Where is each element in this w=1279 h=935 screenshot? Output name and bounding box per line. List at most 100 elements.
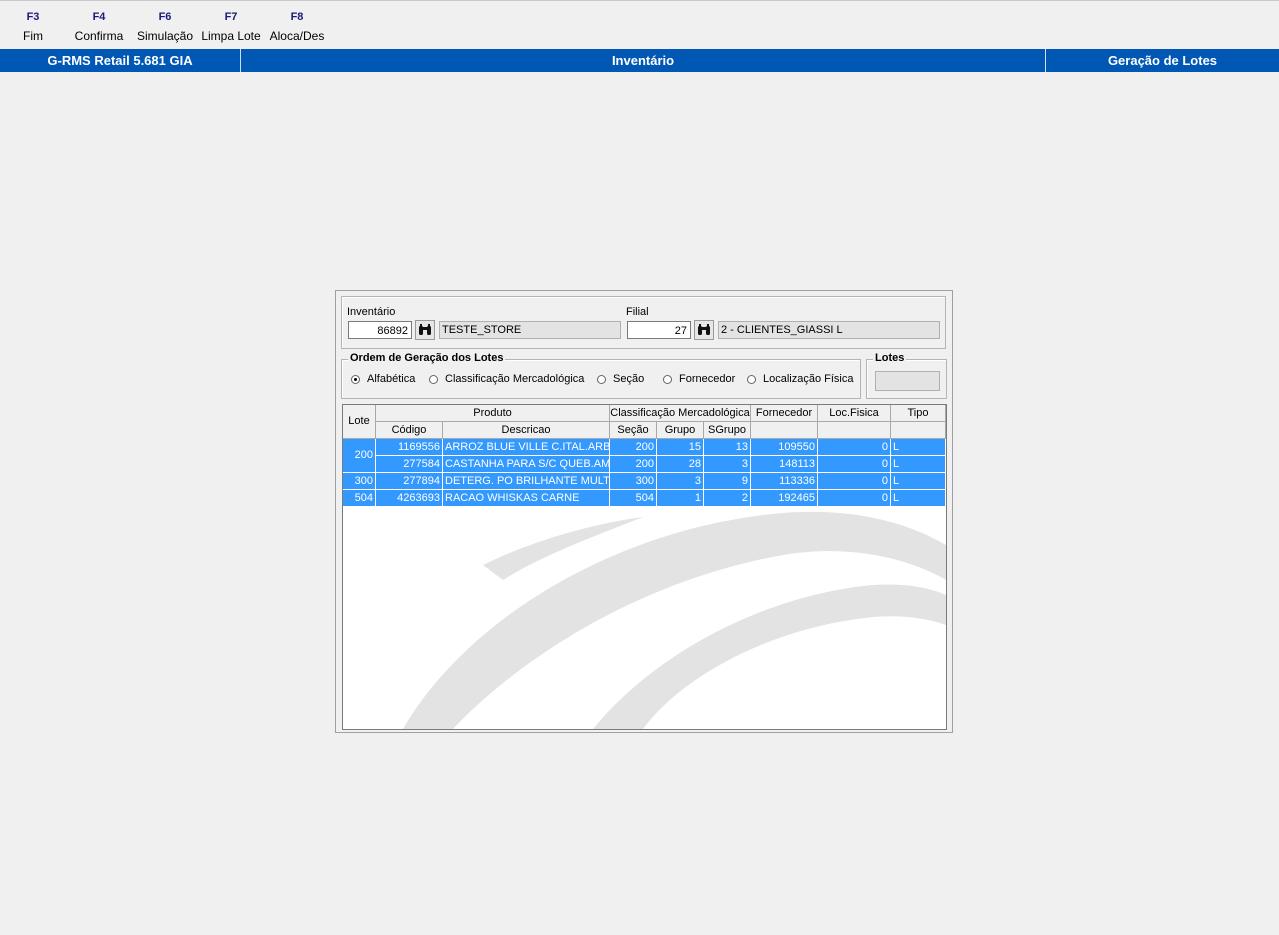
secao-cell[interactable]: 200 [610,439,657,456]
confirma-key: F4 [92,11,106,23]
inventario-label: Inventário [347,306,396,318]
tipo-cell[interactable]: L [891,456,946,473]
sgrupo-cell[interactable]: 9 [704,473,751,490]
radio-classificacao-label: Classificação Mercadológica [445,373,585,385]
limpa-lote-key: F7 [224,11,238,23]
aloca-des-button[interactable]: F8 Aloca/Des [267,10,327,44]
radio-unselected-icon [597,374,606,384]
codigo-cell[interactable]: 1169556 [376,439,443,456]
grupo-cell[interactable]: 3 [657,473,704,490]
radio-localizacao-label: Localização Física [763,373,854,385]
radio-alfabetica-label: Alfabética [367,373,416,385]
codigo-cell[interactable]: 277894 [376,473,443,490]
geracao-lotes-panel: Inventário 86892 TESTE_STORE Filial 27 2 [335,290,953,733]
header-locfisica-sub [818,422,891,439]
radio-localizacao[interactable]: Localização Física [747,373,854,385]
simulacao-key: F6 [158,11,172,23]
grupo-cell[interactable]: 15 [657,439,704,456]
descricao-cell[interactable]: DETERG. PO BRILHANTE MULTI TI [443,473,610,490]
binoculars-icon[interactable] [415,320,435,340]
function-key-toolbar: F3 Fim F4 Confirma F6 Simulação F7 Limpa… [0,0,1279,49]
radio-fornecedor-label: Fornecedor [679,373,736,385]
grupo-cell[interactable]: 1 [657,490,704,507]
header-fornecedor-sub [751,422,818,439]
ordem-title: Ordem de Geração dos Lotes [348,352,506,364]
fim-key: F3 [26,11,40,23]
limpa-lote-button[interactable]: F7 Limpa Lote [199,10,263,44]
table-row[interactable]: 277584 CASTANHA PARA S/C QUEB.AMA 200 28… [343,456,946,473]
tipo-cell[interactable]: L [891,490,946,507]
fornecedor-cell[interactable]: 148113 [751,456,818,473]
grupo-cell[interactable]: 28 [657,456,704,473]
aloca-des-label: Aloca/Des [269,29,325,43]
radio-secao[interactable]: Seção [597,373,644,385]
table-row[interactable]: 277894 DETERG. PO BRILHANTE MULTI TI 300… [343,473,946,490]
radio-unselected-icon [747,374,756,384]
radio-selected-icon [351,374,360,384]
confirma-button[interactable]: F4 Confirma [72,10,126,44]
radio-unselected-icon [663,374,672,384]
descricao-cell[interactable]: RACAO WHISKAS CARNE [443,490,610,507]
simulacao-label: Simulação [136,29,194,43]
filial-field[interactable]: 27 [627,321,691,339]
locfisica-cell[interactable]: 0 [818,490,891,507]
codigo-cell[interactable]: 277584 [376,456,443,473]
screen-title: Geração de Lotes [1107,53,1218,68]
tipo-cell[interactable]: L [891,473,946,490]
header-grupo[interactable]: Grupo [657,422,704,439]
lotes-field [875,371,940,391]
fornecedor-cell[interactable]: 192465 [751,490,818,507]
locfisica-cell[interactable]: 0 [818,456,891,473]
simulacao-button[interactable]: F6 Simulação [135,10,195,44]
inventario-field[interactable]: 86892 [348,321,412,339]
table-row[interactable]: 1169556 ARROZ BLUE VILLE C.ITAL.ARBO 200… [343,439,946,456]
radio-unselected-icon [429,374,438,384]
sgrupo-cell[interactable]: 3 [704,456,751,473]
radio-fornecedor[interactable]: Fornecedor [663,373,735,385]
header-locfisica[interactable]: Loc.Fisica [818,405,891,422]
header-descricao[interactable]: Descricao [443,422,610,439]
codigo-cell[interactable]: 4263693 [376,490,443,507]
aloca-des-key: F8 [290,11,304,23]
fornecedor-cell[interactable]: 113336 [751,473,818,490]
lotes-group: Lotes [866,352,947,399]
header-classificacao: Classificação Mercadológica [610,405,751,422]
radio-classificacao[interactable]: Classificação Mercadológica [429,373,584,385]
inventario-description: TESTE_STORE [439,321,621,339]
secao-cell[interactable]: 300 [610,473,657,490]
tipo-cell[interactable]: L [891,439,946,456]
secao-cell[interactable]: 200 [610,456,657,473]
filial-label: Filial [626,306,649,318]
secao-cell[interactable]: 504 [610,490,657,507]
lotes-title: Lotes [873,352,907,364]
locfisica-cell[interactable]: 0 [818,439,891,456]
binoculars-icon[interactable] [694,320,714,340]
header-tipo-sub [891,422,946,439]
header-lote[interactable]: Lote [343,405,376,439]
filter-box: Inventário 86892 TESTE_STORE Filial 27 2 [341,296,946,349]
header-codigo[interactable]: Código [376,422,443,439]
limpa-lote-label: Limpa Lote [201,29,261,43]
module-title: Inventário [611,53,675,68]
header-produto: Produto [376,405,610,422]
descricao-cell[interactable]: ARROZ BLUE VILLE C.ITAL.ARBO [443,439,610,456]
table-row[interactable]: 4263693 RACAO WHISKAS CARNE 504 1 2 1924… [343,490,946,507]
locfisica-cell[interactable]: 0 [818,473,891,490]
fim-label: Fim [23,29,43,43]
fim-button[interactable]: F3 Fim [20,10,46,44]
sgrupo-cell[interactable]: 13 [704,439,751,456]
sgrupo-cell[interactable]: 2 [704,490,751,507]
title-bar: G-RMS Retail 5.681 GIA Inventário Geraçã… [0,49,1279,72]
filial-description: 2 - CLIENTES_GIASSI L [718,321,940,339]
descricao-cell[interactable]: CASTANHA PARA S/C QUEB.AMA [443,456,610,473]
header-secao[interactable]: Seção [610,422,657,439]
ordem-group: Ordem de Geração dos Lotes Alfabética Cl… [341,352,861,399]
radio-secao-label: Seção [613,373,645,385]
confirma-label: Confirma [74,29,124,43]
header-sgrupo[interactable]: SGrupo [704,422,751,439]
lotes-grid[interactable]: Lote Produto Código Descricao Classifica… [342,404,947,730]
header-tipo[interactable]: Tipo [891,405,946,422]
radio-alfabetica[interactable]: Alfabética [351,373,415,385]
fornecedor-cell[interactable]: 109550 [751,439,818,456]
header-fornecedor[interactable]: Fornecedor [751,405,818,422]
